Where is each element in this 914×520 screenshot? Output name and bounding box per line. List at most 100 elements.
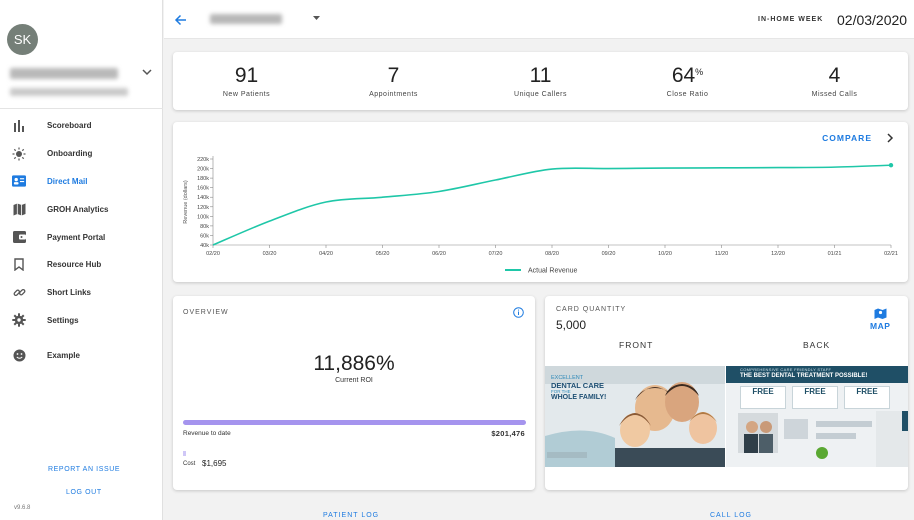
back-label: BACK	[803, 340, 831, 350]
stat-suffix: %	[695, 67, 704, 77]
card-quantity-card: CARD QUANTITY 5,000 MAP FRONT BACK EXCEL…	[545, 296, 908, 490]
y-tick-label: 60k	[200, 233, 209, 239]
gear-icon	[12, 313, 26, 328]
sidebar-item-label: Payment Portal	[47, 232, 106, 242]
sidebar-item-direct-mail[interactable]: Direct Mail	[0, 168, 163, 196]
cost-label: Cost	[183, 461, 196, 467]
stat-value: 91	[234, 64, 259, 87]
stat-appointments: 7 Appointments	[320, 52, 467, 98]
y-tick-label: 180k	[197, 176, 209, 182]
x-tick-label: 10/20	[658, 251, 672, 257]
stat-label: New Patients	[222, 91, 271, 98]
front-text-line: WHOLE FAMILY!	[551, 394, 607, 402]
sidebar-item-label: Scoreboard	[47, 121, 92, 131]
stat-label: Close Ratio	[666, 91, 709, 98]
x-tick-label: 03/20	[263, 251, 277, 257]
free-offer: FREE	[844, 386, 890, 409]
wallet-icon	[12, 230, 26, 244]
series-end-point	[888, 163, 894, 168]
sidebar-item-onboarding[interactable]: Onboarding	[0, 140, 163, 168]
free-offer-label: FREE	[752, 387, 774, 396]
info-icon[interactable]	[513, 307, 524, 318]
campaign-selector-redacted[interactable]	[210, 14, 282, 24]
overview-title: OVERVIEW	[183, 309, 229, 316]
in-home-week-label: IN-HOME WEEK	[758, 16, 824, 23]
sun-icon	[12, 147, 26, 161]
sidebar-item-label: Example	[47, 350, 80, 360]
sidebar-item-scoreboard[interactable]: Scoreboard	[0, 112, 163, 140]
x-tick-label: 02/21	[884, 251, 898, 257]
x-tick-label: 05/20	[376, 251, 390, 257]
back-arrow-icon[interactable]	[174, 13, 188, 27]
stat-label: Unique Callers	[514, 91, 567, 98]
y-tick-label: 100k	[197, 214, 209, 220]
cost-value: $1,695	[202, 459, 227, 468]
sidebar-item-resource-hub[interactable]: Resource Hub	[0, 251, 163, 279]
revenue-value: $201,476	[491, 429, 525, 438]
tab-patient-log[interactable]: PATIENT LOG	[323, 512, 379, 519]
chevron-down-icon[interactable]	[141, 66, 153, 78]
y-tick-label: 140k	[197, 195, 209, 201]
card-quantity-value: 5,000	[556, 318, 587, 332]
stats-card: 91 New Patients 7 Appointments 11 Unique…	[173, 52, 908, 110]
version-label: v9.6.8	[14, 505, 31, 511]
postcard-back-image[interactable]: COMPREHENSIVE CARE FRIENDLY STAFF THE BE…	[726, 366, 908, 467]
revenue-line-chart: 40k 60k 80k 100k 120k 140k 160k 180k 200k 220k 02/…	[183, 156, 898, 275]
sidebar-item-short-links[interactable]: Short Links	[0, 279, 163, 307]
chevron-right-icon[interactable]	[886, 133, 894, 143]
overview-card: OVERVIEW 11,886% Current ROI Revenue to …	[173, 296, 535, 490]
stat-value: 4	[828, 64, 841, 87]
x-tick-label: 04/20	[319, 251, 333, 257]
x-tick-label: 06/20	[432, 251, 446, 257]
free-offer: FREE	[792, 386, 838, 409]
avatar[interactable]: SK	[7, 24, 38, 55]
free-offer-label: FREE	[804, 387, 826, 396]
sidebar-item-label: Settings	[47, 315, 79, 325]
caret-down-icon[interactable]	[312, 15, 321, 21]
sidebar-item-example[interactable]: Example	[0, 341, 163, 369]
free-offer-label: FREE	[856, 387, 878, 396]
link-icon	[12, 286, 26, 300]
sidebar-item-groh-analytics[interactable]: GROH Analytics	[0, 195, 163, 223]
revenue-label: Revenue to date	[183, 430, 231, 437]
sidebar-item-label: Short Links	[47, 288, 92, 298]
revenue-bar	[183, 420, 526, 425]
sidebar-nav: Scoreboard Onboarding Direct Mail GROH A…	[0, 112, 163, 369]
stat-missed-calls: 4 Missed Calls	[761, 52, 908, 98]
y-tick-label: 40k	[200, 243, 209, 249]
y-tick-label: 220k	[197, 157, 209, 163]
x-tick-label: 01/21	[828, 251, 842, 257]
postcard-front-image[interactable]: EXCELLENT DENTAL CARE FOR THE WHOLE FAMI…	[545, 366, 725, 467]
sidebar-item-payment-portal[interactable]: Payment Portal	[0, 223, 163, 251]
doctor-photo-illustration	[738, 411, 908, 467]
stat-value-wrap: 64%	[614, 64, 761, 88]
stat-value: 64	[671, 64, 696, 87]
y-tick-label: 200k	[197, 167, 209, 173]
divider	[0, 108, 163, 109]
roi-label: Current ROI	[335, 377, 373, 384]
y-tick-label: 160k	[197, 186, 209, 192]
compare-button[interactable]: COMPARE	[822, 133, 872, 143]
bookmark-icon	[12, 258, 26, 272]
x-tick-label: 12/20	[771, 251, 785, 257]
legend-label: Actual Revenue	[528, 268, 578, 275]
map-pin-icon[interactable]	[874, 308, 887, 319]
x-tick-label: 09/20	[602, 251, 616, 257]
contact-card-icon	[12, 174, 26, 188]
bar-chart-icon	[12, 119, 26, 133]
tab-call-log[interactable]: CALL LOG	[710, 512, 752, 519]
user-name-redacted	[10, 68, 118, 79]
y-tick-label: 120k	[197, 205, 209, 211]
x-tick-label: 02/20	[206, 251, 220, 257]
stat-value: 11	[529, 64, 552, 87]
map-button[interactable]: MAP	[870, 321, 890, 331]
smiley-icon	[12, 348, 26, 362]
card-quantity-title: CARD QUANTITY	[556, 306, 627, 313]
revenue-chart-card: 40k 60k 80k 100k 120k 140k 160k 180k 200k 220k 02/…	[173, 122, 908, 282]
logout-link[interactable]: LOG OUT	[66, 489, 229, 496]
user-email-redacted	[10, 88, 128, 96]
sidebar-item-settings[interactable]: Settings	[0, 307, 163, 335]
stat-unique-callers: 11 Unique Callers	[467, 52, 614, 98]
y-tick-label: 80k	[200, 224, 209, 230]
in-home-week-date: 02/03/2020	[837, 12, 908, 28]
